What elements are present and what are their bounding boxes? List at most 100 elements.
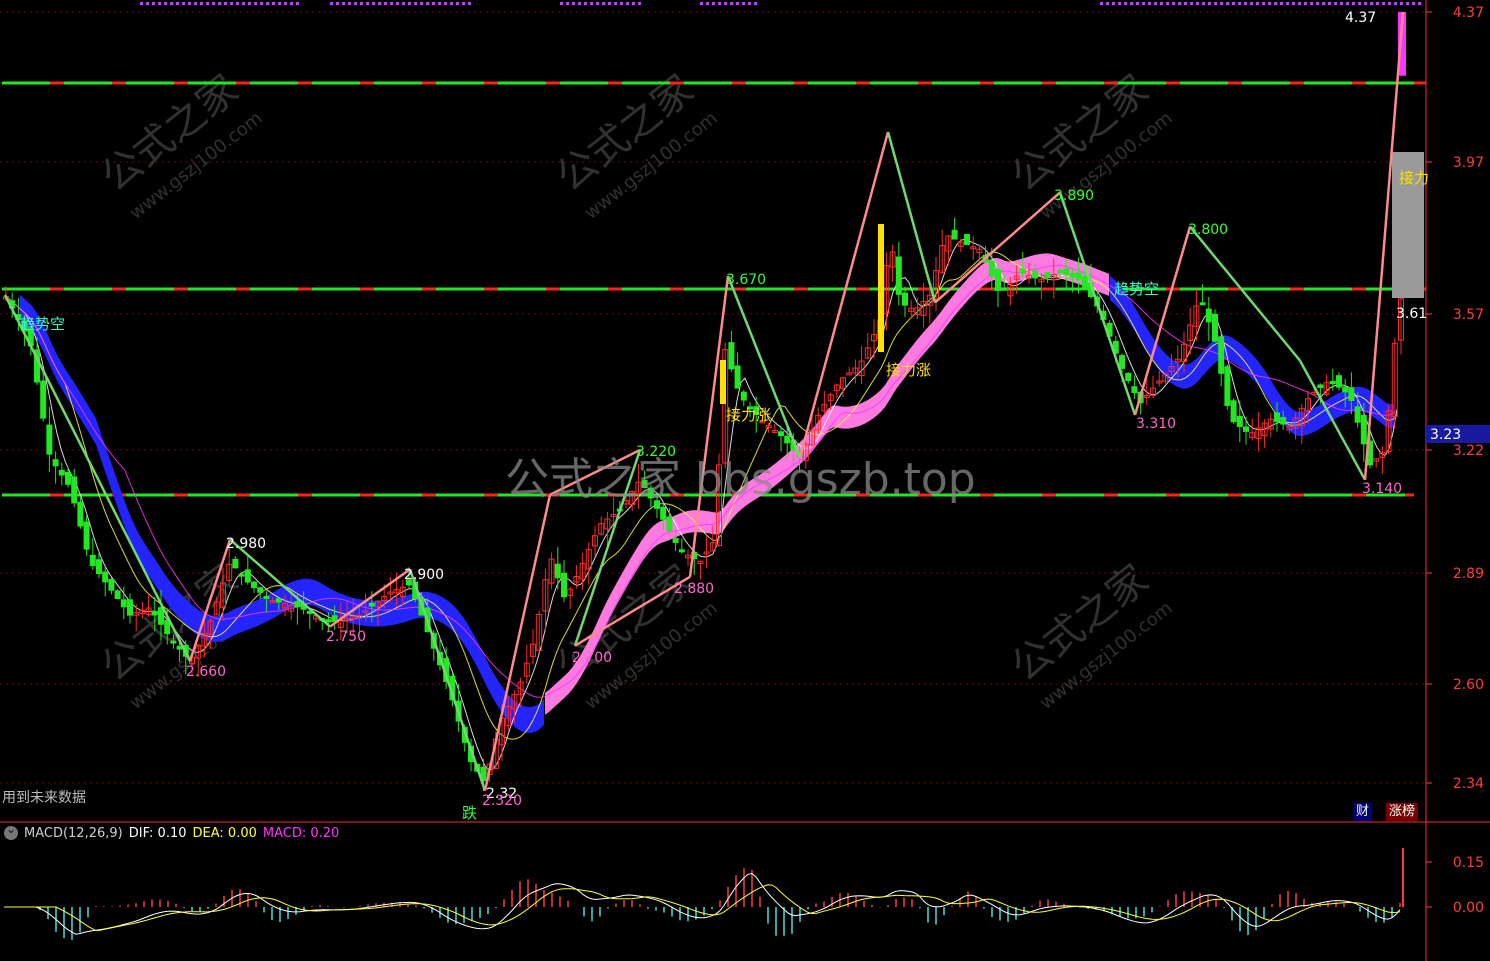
top-dot <box>1298 2 1301 5</box>
top-dot <box>1166 2 1169 5</box>
macd-value: MACD: 0.20 <box>262 825 340 841</box>
candle-body <box>1057 270 1063 274</box>
candle-body <box>902 292 908 306</box>
top-dot <box>1250 2 1253 5</box>
macd-dif-line <box>4 873 1401 935</box>
top-dot <box>372 2 375 5</box>
candle-body <box>1001 287 1008 291</box>
peak-label: 2.320 <box>482 793 522 809</box>
candle-body <box>275 598 282 603</box>
macd-title: MACD(12,26,9) <box>24 825 123 841</box>
candle-body <box>1063 268 1070 276</box>
top-dot <box>462 2 465 5</box>
top-dot <box>730 2 733 5</box>
top-dot <box>164 2 167 5</box>
top-dot <box>330 2 333 5</box>
top-dot <box>1268 2 1271 5</box>
top-dot <box>1256 2 1259 5</box>
candle-body <box>238 573 245 577</box>
top-dot <box>596 2 599 5</box>
collapse-icon[interactable] <box>4 822 18 840</box>
top-dot <box>1280 2 1283 5</box>
candle-body <box>995 268 1001 291</box>
top-dot <box>1388 2 1391 5</box>
candle-body <box>1218 336 1225 374</box>
top-signal-row <box>140 2 1421 5</box>
candle-body <box>1236 415 1243 428</box>
top-dot <box>1394 2 1397 5</box>
top-dot <box>218 2 221 5</box>
top-dot <box>1148 2 1151 5</box>
top-dot <box>390 2 393 5</box>
top-dot <box>1244 2 1247 5</box>
top-dot <box>1316 2 1319 5</box>
top-dot <box>700 2 703 5</box>
top-dot <box>1262 2 1265 5</box>
top-dot <box>1364 2 1367 5</box>
macd-tick-label: 0.00 <box>1453 900 1484 916</box>
axis-tick-label: 2.60 <box>1453 677 1484 693</box>
top-dot <box>266 2 269 5</box>
candle-body <box>244 569 251 583</box>
top-dot <box>212 2 215 5</box>
top-dot <box>590 2 593 5</box>
candle-body <box>325 619 332 623</box>
top-dot <box>1274 2 1277 5</box>
candle-body <box>170 640 177 644</box>
watermark: 公式之家www.gszj100.com <box>93 66 267 224</box>
top-dot <box>152 2 155 5</box>
top-dot <box>1154 2 1157 5</box>
candle-body <box>672 537 679 543</box>
candle-body <box>251 581 257 589</box>
candle-body <box>164 620 171 635</box>
top-dot <box>632 2 635 5</box>
candle-body <box>65 471 71 485</box>
top-dot <box>284 2 287 5</box>
top-dot <box>414 2 417 5</box>
candle-body <box>1224 366 1231 406</box>
top-dot <box>1322 2 1325 5</box>
top-dot <box>432 2 435 5</box>
peak-label: 3.140 <box>1362 481 1402 497</box>
current-price-label: 3.23 <box>1430 427 1461 443</box>
gain-rank-badge[interactable]: 涨榜 <box>1386 803 1419 821</box>
top-dot <box>1160 2 1163 5</box>
signal-bar-yellow <box>878 224 884 352</box>
top-dot <box>706 2 709 5</box>
top-dot <box>718 2 721 5</box>
candle-body <box>176 645 183 650</box>
top-dot <box>278 2 281 5</box>
candle-body <box>964 234 970 245</box>
candle-body <box>728 342 735 370</box>
zigzag-seg <box>3 294 192 662</box>
top-dot <box>348 2 351 5</box>
top-dot <box>560 2 563 5</box>
candle-body <box>1032 270 1039 279</box>
candle-body <box>951 229 958 240</box>
top-dot <box>224 2 227 5</box>
stock-chart[interactable]: 公式之家www.gszj100.com 公式之家www.gszj100.com 公式… <box>0 0 1490 961</box>
candle-body <box>1342 386 1349 393</box>
finance-badge[interactable]: 财 <box>1353 803 1373 821</box>
watermark: 公式之家www.gszj100.com <box>93 556 267 714</box>
candle-body <box>1069 273 1076 278</box>
peak-label: 2.880 <box>674 581 714 597</box>
top-dot <box>1112 2 1115 5</box>
candle-body <box>1336 375 1342 388</box>
macd-tick-label: 0.15 <box>1453 855 1484 871</box>
axis-tick-label: 2.89 <box>1453 566 1484 582</box>
peak-label: 2.660 <box>186 664 226 680</box>
top-dot <box>1220 2 1223 5</box>
top-dot <box>260 2 263 5</box>
top-dot <box>1226 2 1229 5</box>
top-dot <box>176 2 179 5</box>
center-watermark: 公式之家 bbs.gszb.top <box>505 454 976 505</box>
candle-body <box>1212 313 1218 342</box>
top-dot <box>748 2 751 5</box>
peak-label: 3.890 <box>1054 188 1094 204</box>
candle-body <box>740 391 747 401</box>
top-dot <box>1196 2 1199 5</box>
price-marker-label: 3.61 <box>1396 306 1427 322</box>
top-dot <box>444 2 447 5</box>
candle-body <box>232 558 239 569</box>
